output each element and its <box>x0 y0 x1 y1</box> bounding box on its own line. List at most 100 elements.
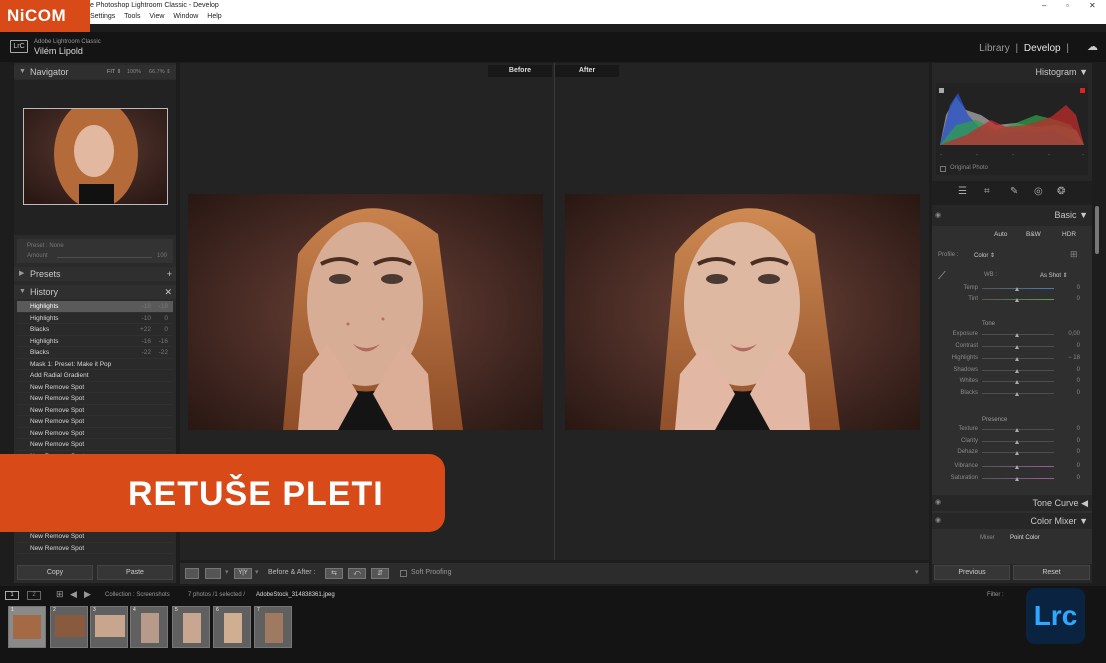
slider-knob[interactable] <box>1015 357 1019 361</box>
filmstrip-thumb[interactable]: 7 <box>254 606 292 648</box>
zoom-667[interactable]: 66.7% ⇕ <box>149 65 171 79</box>
history-header[interactable]: ▼ History ✕ <box>14 285 176 299</box>
eyedropper-icon[interactable]: ⟋ <box>938 270 946 283</box>
slider-value[interactable]: 0 <box>1060 367 1080 373</box>
zoom-100[interactable]: 100% <box>127 65 141 79</box>
right-panel-scrollbar[interactable] <box>1095 206 1099 254</box>
slider-value[interactable]: 0,00 <box>1060 331 1080 337</box>
masking-icon[interactable]: ❂ <box>1057 186 1065 197</box>
history-item[interactable]: Highlights -16 -16 <box>17 336 173 347</box>
history-item[interactable]: New Remove Spot <box>17 543 173 554</box>
slider-value[interactable]: 0 <box>1060 343 1080 349</box>
copy-button[interactable]: Copy <box>17 565 93 580</box>
slider-value[interactable]: 0 <box>1060 475 1080 481</box>
collection-path[interactable]: Collection : Screenshots <box>105 592 170 598</box>
chevron-down-icon[interactable]: ▾ <box>225 568 229 576</box>
slider-knob[interactable] <box>1015 333 1019 337</box>
history-item[interactable]: Blacks +22 0 <box>17 324 173 336</box>
history-item[interactable]: Add Radial Gradient <box>17 370 173 382</box>
mixer-tab[interactable]: Mixer <box>980 535 995 541</box>
color-mixer-header[interactable]: ◉ Color Mixer ▼ <box>932 513 1092 529</box>
slider-value[interactable]: 0 <box>1060 449 1080 455</box>
back-arrow-icon[interactable]: ◀ <box>70 589 77 600</box>
bw-button[interactable]: B&W <box>1026 231 1041 238</box>
slider-knob[interactable] <box>1015 451 1019 455</box>
slider-knob[interactable] <box>1015 287 1019 291</box>
basic-header[interactable]: Basic ▼ <box>1055 210 1088 220</box>
main-window-button[interactable]: 1 <box>5 591 19 600</box>
menu-window[interactable]: Window <box>173 13 198 20</box>
edit-sliders-icon[interactable]: ☰ <box>958 186 967 197</box>
navigator-header[interactable]: ▼ Navigator FIT ⇕ 100% 66.7% ⇕ <box>14 65 176 79</box>
previous-button[interactable]: Previous <box>934 565 1010 580</box>
history-item[interactable]: New Remove Spot <box>17 405 173 416</box>
menu-help[interactable]: Help <box>207 13 221 20</box>
menu-tools[interactable]: Tools <box>124 13 140 20</box>
history-item[interactable]: New Remove Spot <box>17 416 173 428</box>
history-item[interactable]: Mask 1: Preset: Make it Pop <box>17 359 173 370</box>
reset-button[interactable]: Reset <box>1013 565 1090 580</box>
slider-value[interactable]: 0 <box>1060 463 1080 469</box>
hdr-button[interactable]: HDR <box>1062 231 1076 238</box>
toolbar-menu-chevron-icon[interactable]: ▾ <box>915 568 919 576</box>
slider-knob[interactable] <box>1015 439 1019 444</box>
filmstrip-thumb[interactable]: 1 <box>8 606 46 648</box>
slider-knob[interactable] <box>1015 368 1019 373</box>
history-item[interactable]: New Remove Spot <box>17 393 173 405</box>
healing-icon[interactable]: ✎ <box>1010 186 1018 197</box>
history-item[interactable]: Highlights -18 -18 <box>17 301 173 313</box>
filmstrip-thumb[interactable]: 2 <box>50 606 88 648</box>
swap-images-button[interactable]: ⇵ <box>371 568 389 579</box>
copy-settings-button[interactable]: ⤺ <box>348 568 366 579</box>
red-eye-icon[interactable]: ◎ <box>1034 186 1043 197</box>
filmstrip-thumb[interactable]: 3 <box>90 606 128 648</box>
navigator-thumbnail[interactable] <box>23 108 168 205</box>
slider-knob[interactable] <box>1015 391 1019 396</box>
secondary-window-button[interactable]: 2 <box>27 591 41 600</box>
tone-curve-header[interactable]: ◉ Tone Curve ◀ <box>932 495 1092 511</box>
slider-knob[interactable] <box>1015 380 1019 384</box>
swap-settings-button[interactable]: ⇆ <box>325 568 343 579</box>
filmstrip-thumb[interactable]: 6 <box>213 606 251 648</box>
zoom-fit[interactable]: FIT ⇕ <box>107 65 121 79</box>
slider-value[interactable]: 0 <box>1060 390 1080 396</box>
grid-icon[interactable]: ⊞ <box>56 589 64 600</box>
slider-value[interactable]: 0 <box>1060 285 1080 291</box>
yy-view-button[interactable]: Y|Y <box>234 568 252 579</box>
point-color-tab[interactable]: Point Color <box>1010 535 1040 541</box>
histogram-header[interactable]: Histogram ▼ <box>1036 67 1088 77</box>
auto-button[interactable]: Auto <box>994 231 1007 238</box>
menu-view[interactable]: View <box>149 13 164 20</box>
amount-slider[interactable] <box>57 257 152 258</box>
profile-browser-icon[interactable]: ⊞ <box>1070 249 1078 260</box>
close-icon[interactable]: ✕ <box>1089 1 1096 10</box>
after-photo[interactable] <box>565 194 920 430</box>
history-item[interactable]: New Remove Spot <box>17 439 173 451</box>
history-item[interactable]: Highlights -10 0 <box>17 313 173 324</box>
eye-icon[interactable]: ◉ <box>935 498 941 506</box>
slider-knob[interactable] <box>1015 344 1019 349</box>
module-develop[interactable]: Develop <box>1024 43 1061 54</box>
history-item[interactable]: New Remove Spot <box>17 428 173 439</box>
crop-icon[interactable]: ⌗ <box>984 186 990 197</box>
wb-select[interactable]: As Shot ⇕ <box>1040 272 1068 279</box>
original-photo-checkbox[interactable] <box>940 166 946 172</box>
slider-value[interactable]: 0 <box>1060 426 1080 432</box>
cloud-icon[interactable]: ☁ <box>1087 40 1098 53</box>
add-preset-icon[interactable]: + <box>167 267 172 281</box>
before-photo[interactable] <box>188 194 543 430</box>
slider-knob[interactable] <box>1015 298 1019 302</box>
module-library[interactable]: Library <box>979 43 1010 54</box>
slider-value[interactable]: − 18 <box>1060 355 1080 361</box>
filmstrip-thumb[interactable]: 5 <box>172 606 210 648</box>
minimize-icon[interactable]: – <box>1042 1 1046 10</box>
history-item[interactable]: New Remove Spot <box>17 382 173 393</box>
history-item[interactable]: Blacks -22 -22 <box>17 347 173 359</box>
chevron-down-icon[interactable]: ▾ <box>255 568 259 576</box>
maximize-icon[interactable]: ▫ <box>1066 1 1069 10</box>
filmstrip-thumb[interactable]: 4 <box>130 606 168 648</box>
history-item[interactable]: New Remove Spot <box>17 531 173 543</box>
slider-knob[interactable] <box>1015 476 1019 481</box>
slider-value[interactable]: 0 <box>1060 296 1080 302</box>
menu-settings[interactable]: Settings <box>90 13 115 20</box>
